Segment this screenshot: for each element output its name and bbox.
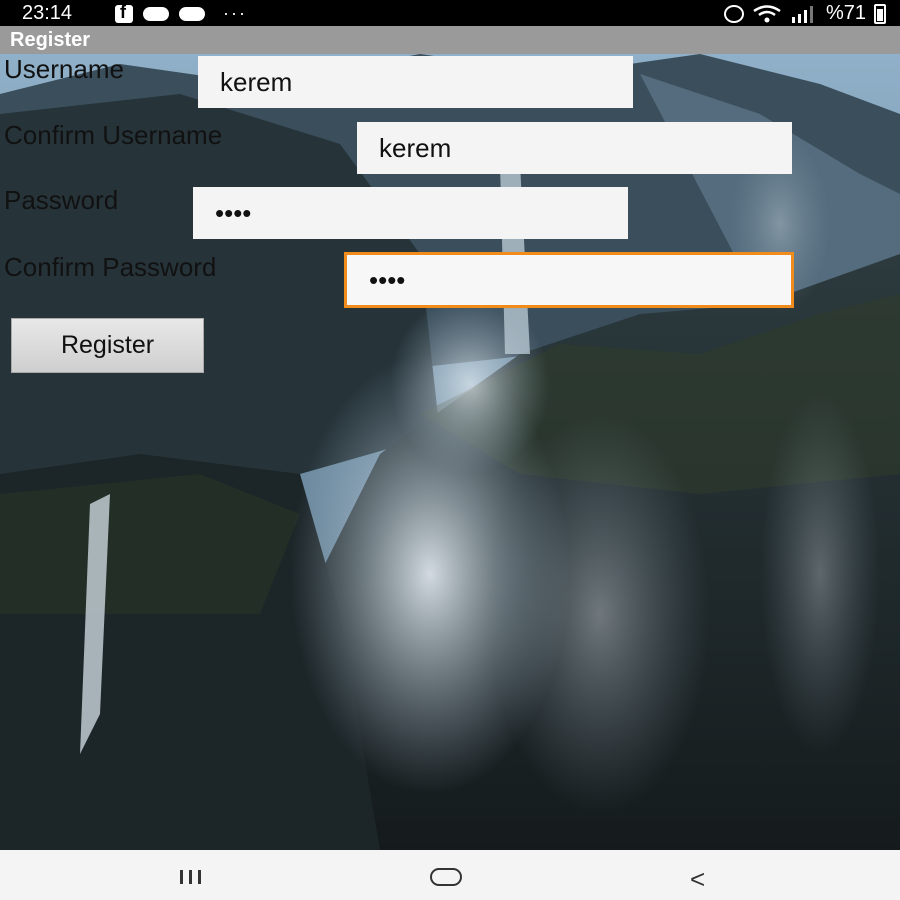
alarm-icon (723, 4, 744, 23)
confirm-password-label: Confirm Password (4, 252, 217, 282)
home-icon[interactable] (430, 868, 462, 886)
title-bar: Register (0, 26, 900, 54)
cloud-icon (143, 6, 169, 21)
navigation-bar: < (0, 850, 900, 900)
status-time: 23:14 (22, 2, 73, 24)
facebook-icon (115, 2, 133, 23)
password-input[interactable]: •••• (193, 187, 628, 239)
wifi-icon (753, 4, 781, 22)
register-button[interactable]: Register (11, 318, 204, 373)
username-input[interactable]: kerem (198, 56, 633, 108)
confirm-username-input[interactable]: kerem (357, 122, 792, 174)
notification-icons: ··· (115, 2, 247, 24)
back-icon[interactable]: < (690, 864, 705, 895)
password-label: Password (4, 185, 119, 215)
cloud-icon (179, 6, 205, 21)
recents-icon[interactable] (180, 870, 210, 884)
status-bar: 23:14 ··· %71 (0, 0, 900, 26)
signal-icon (791, 5, 813, 23)
page-title: Register (10, 29, 91, 51)
confirm-password-input[interactable]: •••• (344, 252, 794, 308)
username-label: Username (4, 54, 124, 84)
battery-icon (874, 3, 886, 24)
battery-percent: %71 (825, 2, 866, 24)
more-notifications-icon: ··· (223, 3, 247, 23)
confirm-username-label: Confirm Username (4, 120, 223, 150)
system-icons: %71 (723, 2, 886, 25)
